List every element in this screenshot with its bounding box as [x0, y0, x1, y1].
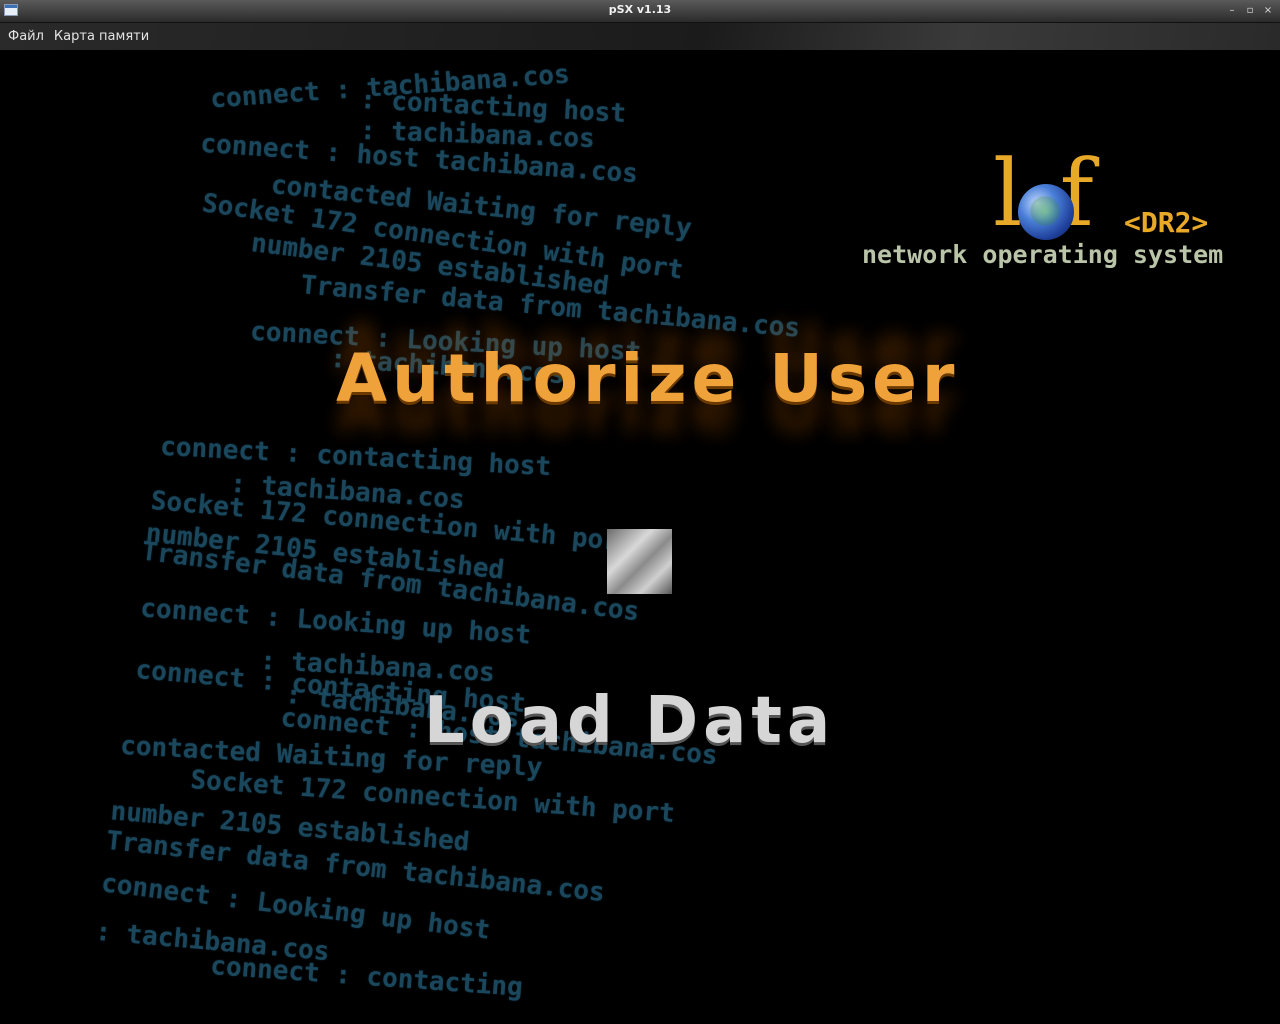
menu-file[interactable]: Файл	[3, 29, 49, 44]
window-controls: – ▫ ×	[1224, 3, 1276, 19]
restore-icon[interactable]: ▫	[1242, 3, 1258, 19]
minimize-icon[interactable]: –	[1224, 3, 1240, 19]
logo-tag: <DR2>	[1124, 206, 1209, 239]
menu-option-authorize-user[interactable]: Authorize User	[336, 340, 959, 417]
selection-cursor	[607, 529, 672, 594]
window-title: pSX v1.13	[608, 3, 672, 16]
logo-subtitle: network operating system	[862, 240, 1224, 269]
menu-bar: Файл Карта памяти	[0, 23, 1280, 51]
background-log-line: connect : contacting	[209, 951, 524, 1003]
menu-memory-card[interactable]: Карта памяти	[49, 29, 154, 44]
background-log-line: connect : contacting host	[159, 431, 552, 483]
emulator-window: pSX v1.13 – ▫ × Файл Карта памяти connec…	[0, 0, 1280, 1024]
game-viewport[interactable]: connect : tachibana.cos: contacting host…	[0, 52, 1280, 1024]
globe-icon	[1018, 184, 1074, 240]
game-logo: l f <DR2> network operating system	[860, 148, 1260, 278]
menu-option-load-data[interactable]: Load Data	[424, 684, 835, 758]
title-bar[interactable]: pSX v1.13 – ▫ ×	[0, 0, 1280, 23]
close-icon[interactable]: ×	[1260, 3, 1276, 19]
